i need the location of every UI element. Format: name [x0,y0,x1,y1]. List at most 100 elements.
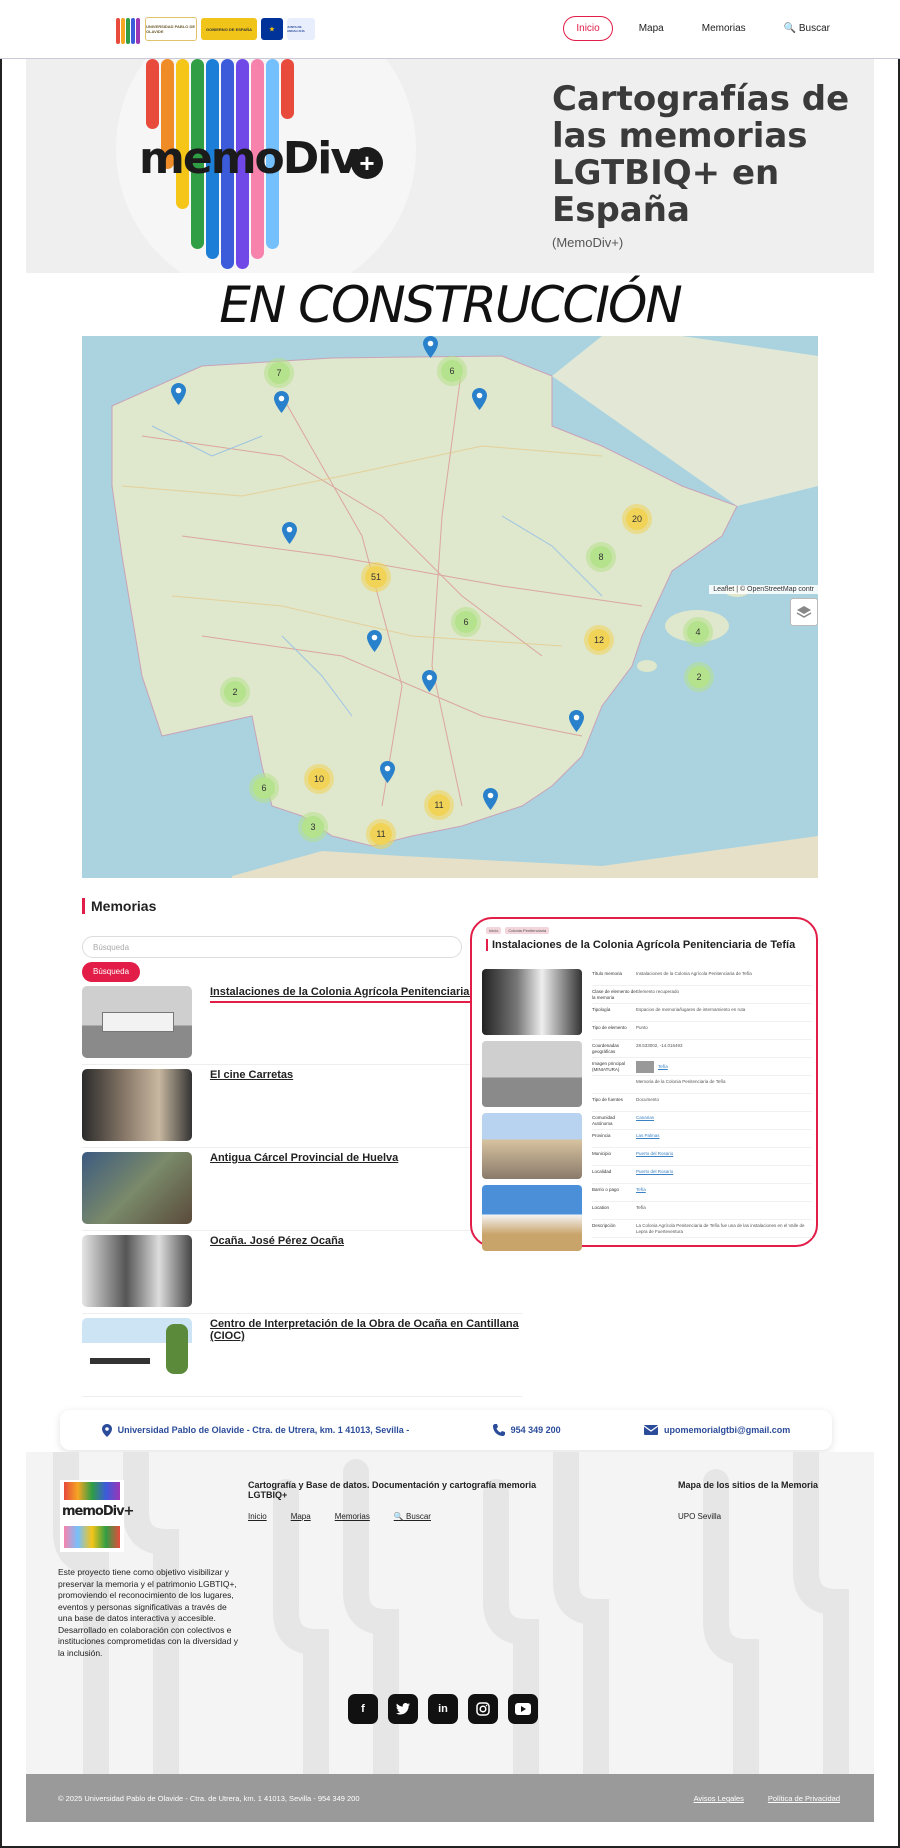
social-links: f in [348,1694,538,1724]
footer-link-buscar-label: Buscar [406,1512,431,1521]
nav-inicio[interactable]: Inicio [563,16,613,41]
map-marker-icon[interactable] [483,788,498,810]
detail-key: Título memoria [592,971,623,976]
map-marker-icon[interactable] [282,522,297,544]
detail-photo[interactable] [482,969,582,1035]
location-pin-icon [101,1423,112,1437]
twitter-icon[interactable] [388,1694,418,1724]
linkedin-icon[interactable]: in [428,1694,458,1724]
search-input[interactable]: Búsqueda [82,936,462,958]
detail-value-link[interactable]: Puerto del Rosario [636,1169,673,1183]
map-marker-icon[interactable] [422,670,437,692]
contact-email-text: upomemorialgtbi@gmail.com [664,1425,791,1435]
detail-key: Descripción [592,1223,616,1228]
detail-title: Instalaciones de la Colonia Agrícola Pen… [486,939,812,951]
detail-key: Tipología [592,1007,611,1012]
memoria-title-link[interactable]: Ocaña. José Pérez Ocaña [210,1235,344,1247]
layers-icon[interactable] [790,598,818,626]
youtube-icon[interactable] [508,1694,538,1724]
detail-value: La Colonia Agrícola Penitenciaria de Tef… [636,1223,805,1234]
map-marker-icon[interactable] [171,383,186,405]
memodiv-small-logo[interactable] [115,12,141,46]
map-cluster[interactable]: 12 [588,629,610,651]
nav-buscar-label: Buscar [798,23,830,34]
memories-map[interactable]: 7 6 20 8 51 6 12 4 2 2 10 6 11 3 11 Leaf… [82,336,818,878]
memoria-title-link[interactable]: Antigua Cárcel Provincial de Huelva [210,1152,398,1164]
map-cluster[interactable]: 6 [253,777,275,799]
instagram-icon[interactable] [468,1694,498,1724]
copyright-text: © 2025 Universidad Pablo de Olavide - Ct… [58,1794,360,1803]
map-cluster[interactable]: 11 [428,794,450,816]
nav-memorias[interactable]: Memorias [690,17,758,40]
memoria-title-link[interactable]: Instalaciones de la Colonia Agrícola Pen… [210,986,513,998]
map-cluster[interactable]: 11 [370,823,392,845]
list-item[interactable]: Ocaña. José Pérez Ocaña [82,1235,522,1314]
map-marker-icon[interactable] [472,388,487,410]
footer-map-item[interactable]: UPO Sevilla [678,1512,721,1521]
hero-brand-text: memoDiv [139,133,359,184]
map-cluster[interactable]: 6 [455,611,477,633]
upo-logo-text: UNIVERSIDAD PABLO DE OLAVIDE [146,24,196,34]
map-cluster[interactable]: 7 [268,362,290,384]
map-attribution[interactable]: Leaflet | © OpenStreetMap contr [709,585,818,594]
detail-photo[interactable] [482,1185,582,1251]
hero-title: Cartografías de las memorias LGTBIQ+ en … [552,79,850,230]
footer-link-buscar[interactable]: 🔍 Buscar [394,1512,431,1521]
detail-row: Barrio o pago Tefía [592,1187,812,1202]
map-cluster[interactable]: 2 [688,666,710,688]
map-marker-icon[interactable] [274,391,289,413]
memoria-thumbnail [82,1069,192,1141]
detail-row: Municipio Puerto del Rosario [592,1151,812,1166]
map-cluster[interactable]: 51 [365,566,387,588]
detail-value-link[interactable]: Tefía [636,1187,646,1201]
main-nav: Inicio Mapa Memorias 🔍 Buscar [563,16,842,41]
map-cluster[interactable]: 4 [687,621,709,643]
detail-row: Location Tefía [592,1205,812,1220]
map-marker-icon[interactable] [569,710,584,732]
breadcrumb-item[interactable]: Inicio [486,927,502,934]
map-cluster[interactable]: 3 [302,816,324,838]
map-cluster[interactable]: 8 [590,546,612,568]
contact-email[interactable]: upomemorialgtbi@gmail.com [644,1425,790,1435]
list-item[interactable]: Antigua Cárcel Provincial de Huelva [82,1152,522,1231]
detail-value-link[interactable]: Las Palmas [636,1133,660,1147]
detail-value: Tefía [636,1205,646,1210]
detail-photo[interactable] [482,1041,582,1107]
detail-value-link[interactable]: Puerto del Rosario [636,1151,673,1165]
map-cluster[interactable]: 2 [224,681,246,703]
memoria-title-link[interactable]: Centro de Interpretación de la Obra de O… [210,1318,522,1342]
footer-link-inicio[interactable]: Inicio [248,1512,267,1521]
nav-buscar[interactable]: 🔍 Buscar [772,17,842,40]
breadcrumb-item[interactable]: Colonia Penitenciaria [505,927,550,934]
detail-value-link[interactable]: Tefía [636,1061,668,1075]
facebook-icon[interactable]: f [348,1694,378,1724]
list-item[interactable]: Centro de Interpretación de la Obra de O… [82,1318,522,1397]
map-cluster[interactable]: 6 [441,360,463,382]
legal-notice-link[interactable]: Avisos Legales [694,1794,744,1803]
map-marker-icon[interactable] [380,761,395,783]
memoria-title-link[interactable]: El cine Carretas [210,1069,293,1081]
contact-phone[interactable]: 954 349 200 [492,1424,561,1436]
detail-row: Clase de elemento de la memoria Elemento … [592,989,812,1004]
map-marker-icon[interactable] [367,630,382,652]
map-marker-icon[interactable] [423,336,438,358]
detail-value-link[interactable]: Canarias [636,1115,654,1129]
map-cluster[interactable]: 10 [308,768,330,790]
map-cluster[interactable]: 20 [626,508,648,530]
footer-link-memorias[interactable]: Memorias [335,1512,370,1521]
gobierno-logo-text: GOBIERNO DE ESPAÑA [206,26,252,32]
footer-link-mapa[interactable]: Mapa [291,1512,311,1521]
logo-strip: UNIVERSIDAD PABLO DE OLAVIDE GOBIERNO DE… [115,12,315,46]
list-item[interactable]: El cine Carretas [82,1069,522,1148]
mini-thumbnail [636,1061,654,1073]
detail-link-text: Tefía [658,1064,668,1070]
detail-photo[interactable] [482,1113,582,1179]
search-button[interactable]: Búsqueda [82,962,140,982]
search-icon: 🔍 [393,1512,404,1521]
nav-mapa[interactable]: Mapa [627,17,676,40]
footer-logo[interactable]: memoDiv+ [60,1480,134,1552]
list-item[interactable]: Instalaciones de la Colonia Agrícola Pen… [82,986,522,1065]
privacy-policy-link[interactable]: Política de Privacidad [768,1794,840,1803]
detail-key: Barrio o pago [592,1187,620,1192]
contact-address[interactable]: Universidad Pablo de Olavide - Ctra. de … [101,1423,409,1437]
